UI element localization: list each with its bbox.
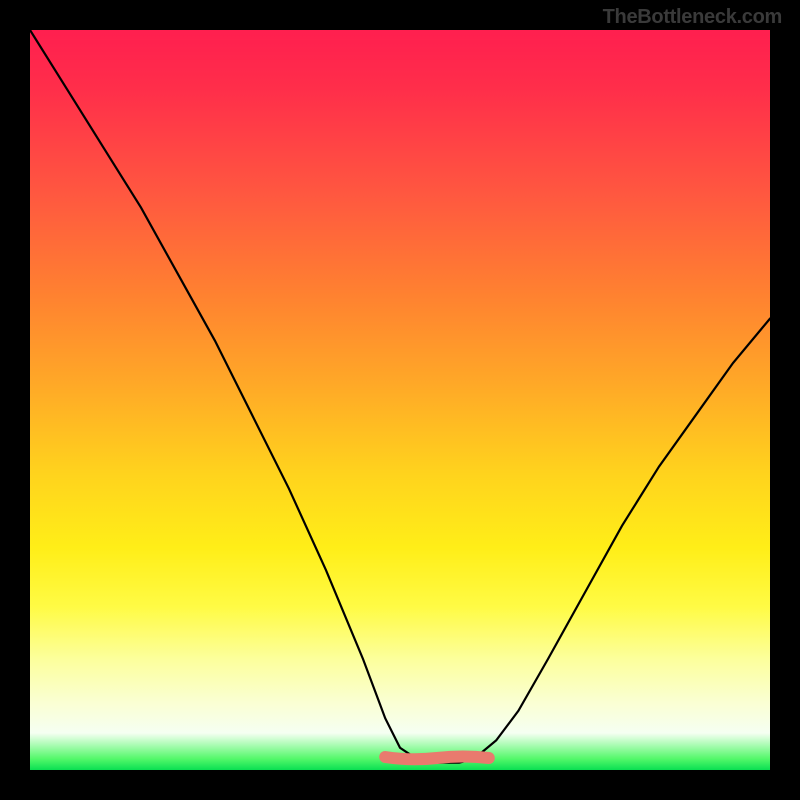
bottleneck-curve bbox=[30, 30, 770, 763]
plot-area bbox=[30, 30, 770, 770]
optimal-region-marker bbox=[385, 757, 489, 760]
watermark-text: TheBottleneck.com bbox=[603, 6, 782, 29]
chart-svg bbox=[30, 30, 770, 770]
